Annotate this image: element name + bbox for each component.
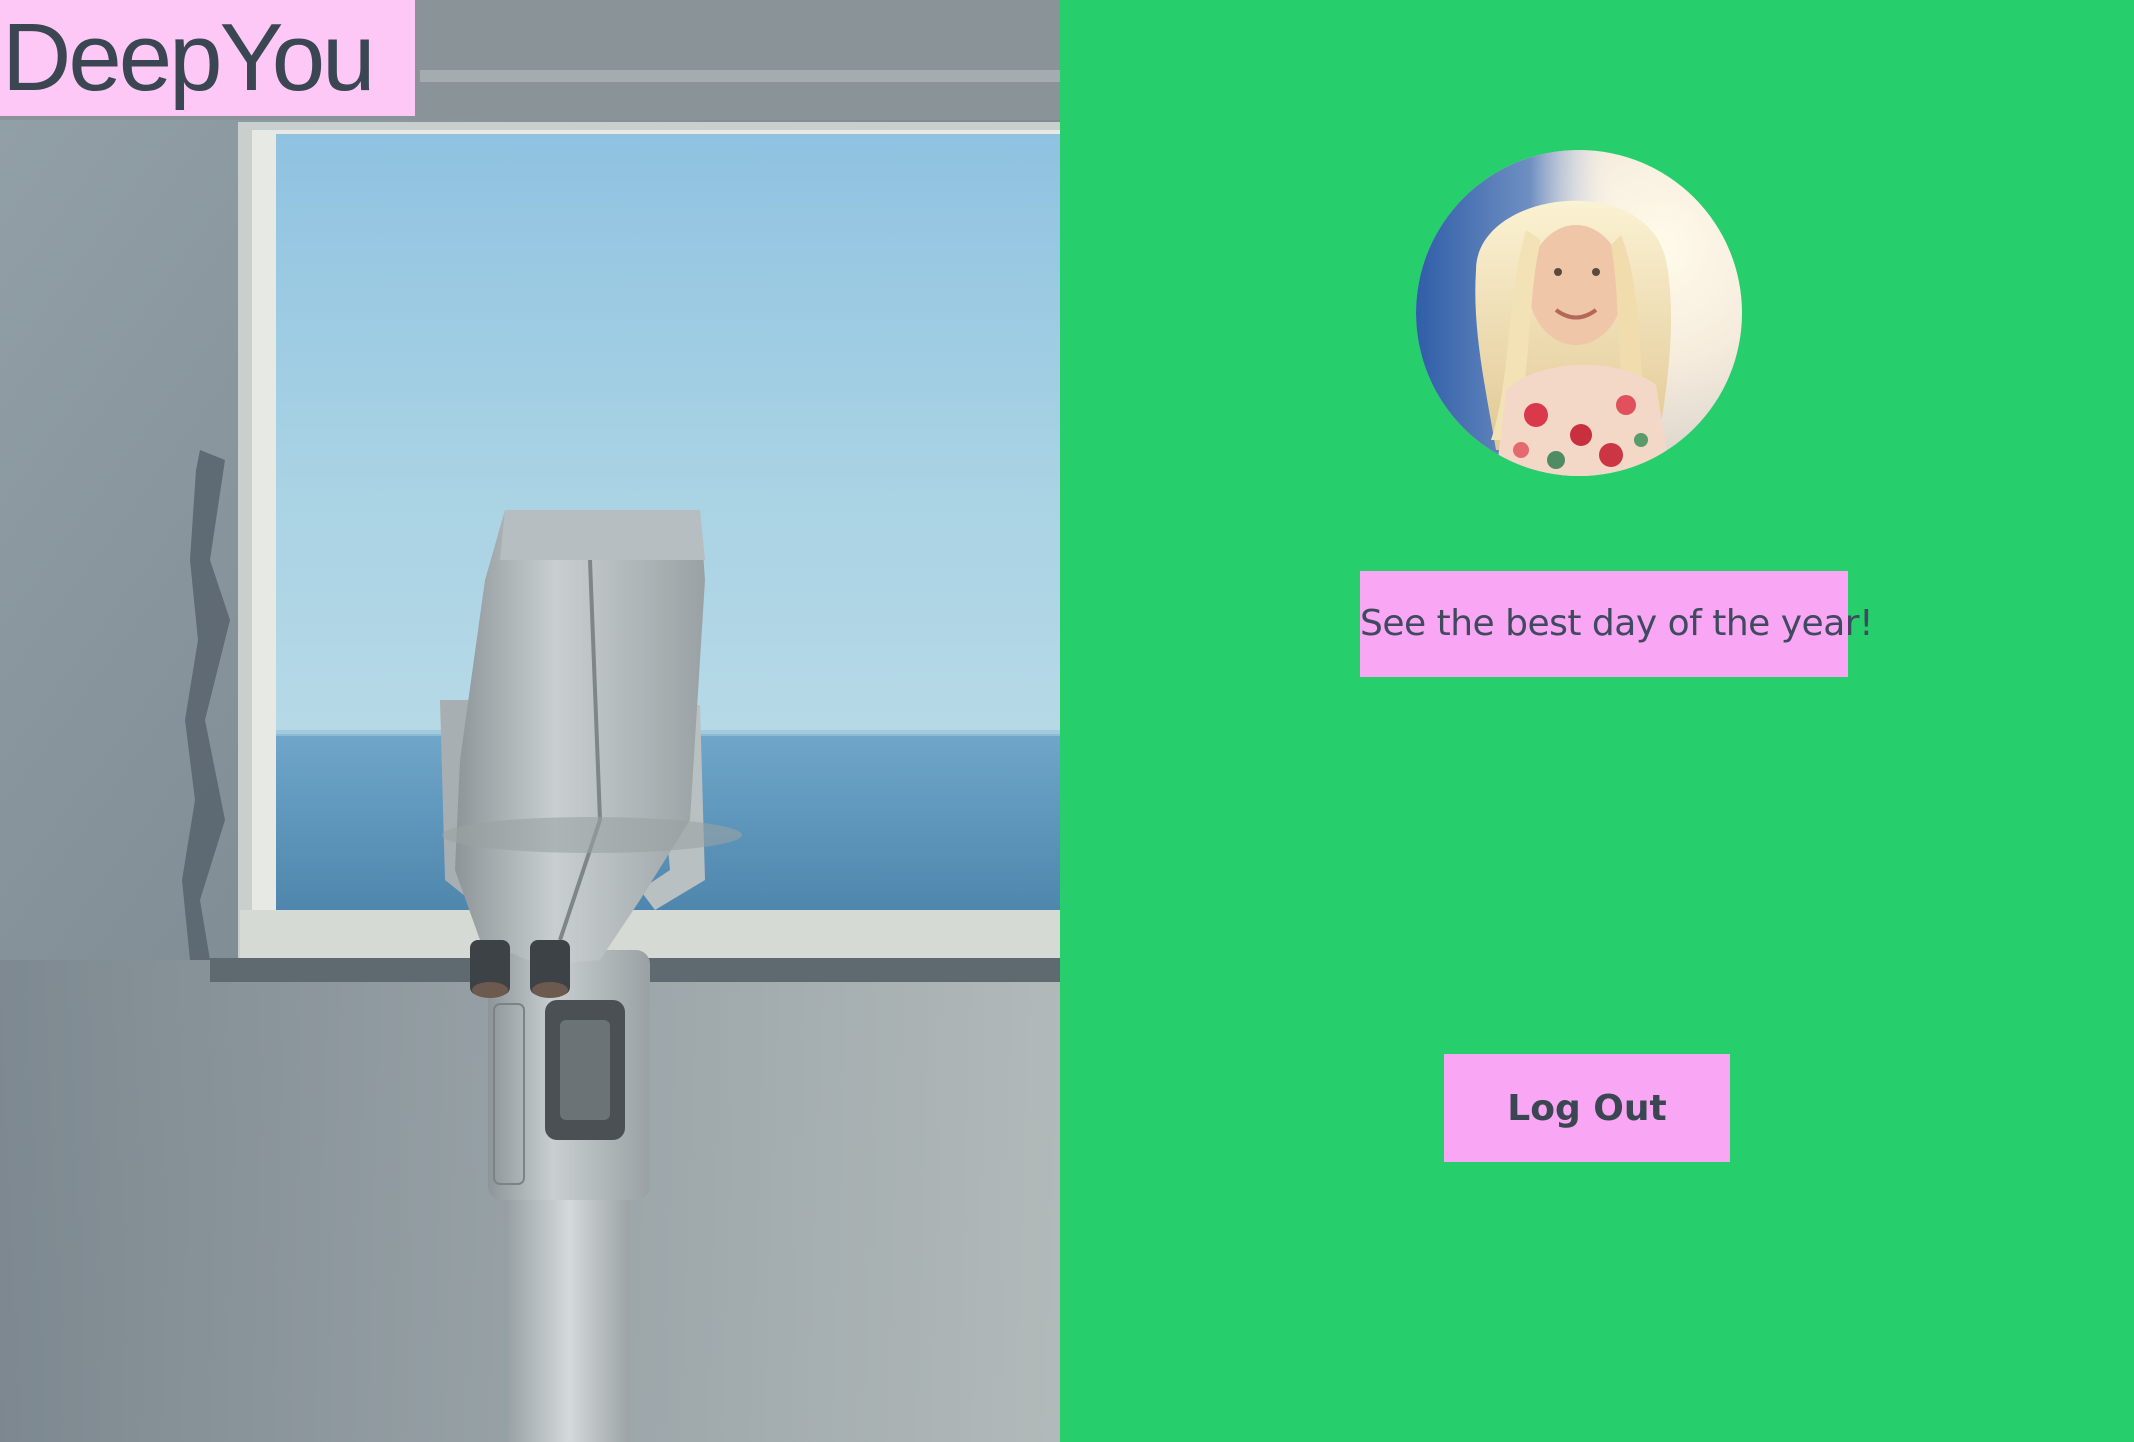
page: DeepYou See the best day of the year! Lo… bbox=[0, 0, 2134, 1442]
log-out-button[interactable]: Log Out bbox=[1444, 1054, 1730, 1162]
avatar[interactable] bbox=[1416, 150, 1742, 476]
avatar-photo-illustration bbox=[1416, 150, 1742, 476]
binoculars-scene-illustration bbox=[0, 0, 1060, 1442]
hero-image: DeepYou bbox=[0, 0, 1060, 1442]
profile-panel: See the best day of the year! Log Out bbox=[1060, 0, 2134, 1442]
tagline-banner: See the best day of the year! bbox=[1360, 571, 1874, 677]
brand-logo[interactable]: DeepYou bbox=[0, 0, 415, 116]
